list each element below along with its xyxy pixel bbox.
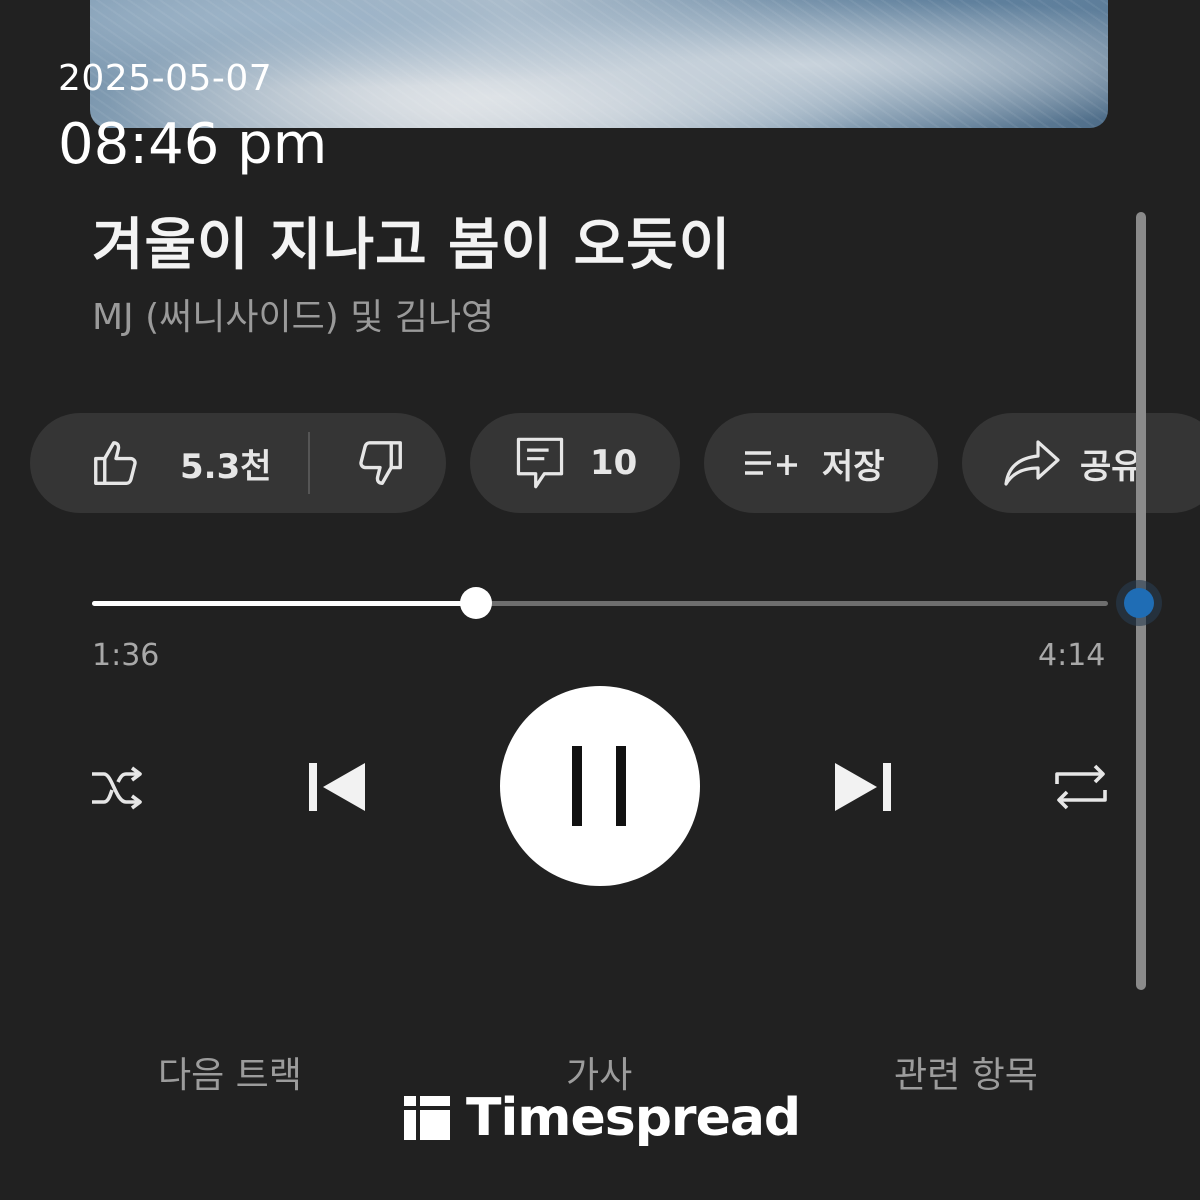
- current-time: 1:36: [92, 638, 160, 673]
- timespread-logo-icon: [404, 1096, 450, 1140]
- pause-icon: [570, 746, 630, 826]
- comments-button[interactable]: 10: [470, 413, 680, 513]
- share-arrow-icon: [1002, 438, 1062, 488]
- thumbs-down-icon[interactable]: [350, 433, 410, 493]
- repeat-button[interactable]: [1046, 756, 1116, 818]
- total-time: 4:14: [1038, 638, 1106, 673]
- timespread-watermark: Timespread: [404, 1088, 801, 1148]
- pause-button[interactable]: [500, 686, 700, 886]
- like-dislike-group: 5.3천: [30, 413, 446, 513]
- comment-icon: [512, 433, 568, 493]
- scroll-indicator-dot[interactable]: [1124, 588, 1154, 618]
- like-divider: [307, 432, 310, 494]
- thumbs-up-icon[interactable]: [86, 433, 146, 493]
- tab-related[interactable]: 관련 항목: [894, 1046, 1038, 1098]
- share-button[interactable]: 공유: [962, 413, 1200, 513]
- repeat-icon: [1051, 762, 1111, 812]
- progress-handle[interactable]: [460, 587, 493, 619]
- playlist-add-icon: [742, 443, 802, 483]
- comment-count: 10: [590, 443, 638, 483]
- shuffle-button[interactable]: [86, 758, 154, 818]
- song-artist[interactable]: MJ (써니사이드) 및 김나영: [92, 288, 494, 340]
- previous-button[interactable]: [300, 752, 374, 822]
- skip-previous-icon: [305, 759, 369, 815]
- skip-next-icon: [831, 759, 895, 815]
- song-title: 겨울이 지나고 봄이 오듯이: [92, 213, 732, 278]
- share-label: 공유: [1080, 446, 1143, 487]
- save-button[interactable]: 저장: [704, 413, 938, 513]
- shuffle-icon: [90, 764, 150, 812]
- timestamp-time: 08:46 pm: [58, 112, 328, 177]
- next-button[interactable]: [826, 752, 900, 822]
- timestamp-date: 2025-05-07: [58, 58, 273, 99]
- tab-up-next[interactable]: 다음 트랙: [158, 1046, 302, 1098]
- save-label: 저장: [822, 446, 885, 487]
- watermark-brand: Timespread: [466, 1088, 801, 1148]
- progress-fill: [92, 601, 477, 606]
- like-count: 5.3천: [180, 446, 272, 487]
- progress-bar[interactable]: [92, 587, 1108, 619]
